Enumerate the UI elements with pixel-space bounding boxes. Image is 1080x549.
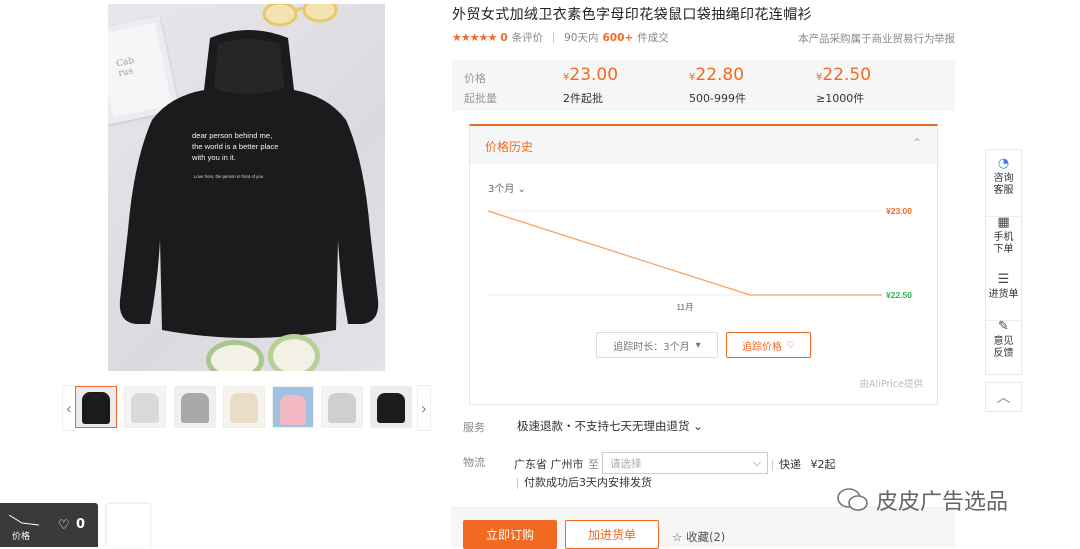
tier-qty: 500-999件 [689,92,746,105]
x-tick-label: 11月 [676,302,693,312]
watermark: 皮皮广告选品 [836,484,1008,516]
sidebar-item-label: 手机 下单 [993,232,1014,255]
rating-stars-icon: ★★★★★ [452,31,497,44]
history-header[interactable]: 价格历史 ⌃ [470,126,937,164]
min-price-label: ¥22.50 [886,290,912,300]
sidebar-item-label: 咨询 客服 [993,173,1014,196]
ship-from: 广东省 广州市 [514,458,584,471]
blank-card [106,503,151,547]
price-history-chart: ¥23.00 ¥22.50 11月 [487,206,912,312]
price-tracker-widget[interactable]: 价格 ♡ 0 [0,503,98,547]
review-count[interactable]: 0 [500,32,507,44]
history-title: 价格历史 [485,140,534,154]
service-label: 服务 [463,421,485,434]
thumbnail[interactable] [174,386,216,428]
qrcode-icon: ▦ [997,215,1010,230]
max-price-label: ¥23.00 [886,206,912,216]
track-price-label: 追踪价格 [742,341,783,353]
tier-price: ¥22.80 [689,65,745,85]
price-history-panel: 价格历史 ⌃ 3个月 ⌄ ¥23.00 ¥22.50 11月 追踪时长：3个月 … [469,124,938,405]
heart-icon: ♡ [786,339,795,351]
tier-qty: 2件起批 [563,92,603,105]
thumbnail[interactable] [321,386,363,428]
destination-select[interactable]: 请选择 ⌵ [602,452,768,474]
collapse-caret-icon[interactable]: ⌃ [912,136,922,150]
trend-line-icon [8,514,40,526]
sold-text: 90天内 [564,32,599,44]
track-duration-select[interactable]: 追踪时长：3个月 ▾ [596,332,718,358]
price-label: 价格 [464,72,486,85]
tier-price: ¥23.00 [563,65,619,85]
shoe-decor [268,334,320,371]
list-icon: ☰ [997,272,1010,287]
sidebar-item-service[interactable]: ◔ 咨询 客服 [986,156,1021,197]
product-title: 外贸女式加绒卫衣素色字母印花袋鼠口袋抽绳印花连帽衫 [452,7,812,23]
sidebar-item-label: 进货单 [988,289,1019,300]
thumbnail[interactable] [223,386,265,428]
dropdown-caret-icon: ▾ [695,339,701,351]
thumb-prev-button[interactable]: ‹ [62,385,76,431]
widget-count: 0 [76,517,86,532]
service-value[interactable]: 极速退款・不支持七天无理由退货 ⌄ [517,418,703,434]
divider [772,459,773,471]
wechat-icon [837,488,868,511]
tier-price: ¥22.50 [816,65,872,85]
shipping-info: 快递 ¥2起 [772,456,836,472]
divider [553,32,555,43]
sidebar-item-cart[interactable]: ☰ 进货单 [986,272,1021,301]
heart-icon: ♡ [58,518,70,533]
product-main-image[interactable]: Cab rus dear person behind me, the world… [108,4,385,371]
widget-label: 价格 [12,532,31,542]
sidebar-item-feedback[interactable]: ✎ 意见 反馈 [986,320,1021,360]
thumbnail[interactable] [272,386,314,428]
ship-type: 快递 [779,458,801,471]
hoodie-print-small: Love from, the person in front of you [194,174,264,179]
sidebar-item-mobile[interactable]: ▦ 手机 下单 [986,216,1021,256]
back-to-top-button[interactable]: ︿ [985,382,1022,412]
thumbnail[interactable] [370,386,412,428]
price-box: 价格 起批量 ¥23.00 2件起批 ¥22.80 500-999件 ¥22.5… [452,60,955,111]
sold-count: 600+ [602,31,634,44]
thumb-next-button[interactable]: › [417,385,431,431]
favorite-button[interactable]: ☆ 收藏(2) [672,529,725,545]
shoe-decor [206,340,264,371]
ship-to-label: 至 [588,458,599,471]
sunglasses-decor [262,4,338,27]
track-price-button[interactable]: 追踪价格 ♡ [726,332,811,358]
tier-qty: ≥1000件 [816,92,865,105]
chevron-down-icon: ⌵ [753,456,761,469]
ship-price: ¥2起 [810,458,836,471]
rating-row: ★★★★★ 0 条评价 90天内 600+ 件成交 [452,30,669,45]
edit-icon: ✎ [998,319,1009,334]
watermark-text: 皮皮广告选品 [876,490,1009,515]
buy-now-button[interactable]: 立即订购 [463,520,557,549]
price-line [487,210,882,296]
add-to-cart-button[interactable]: 加进货单 [565,520,659,549]
trade-notice: 本产品采购属于商业贸易行为 [798,33,935,45]
hoodie-print-text: dear person behind me, the world is a be… [192,131,279,162]
right-sidebar: ◔ 咨询 客服 ▦ 手机 下单 ☰ 进货单 ✎ 意见 反馈 [985,149,1022,375]
destination-placeholder: 请选择 [610,457,642,470]
sidebar-item-label: 意见 反馈 [993,336,1014,359]
thumbnail[interactable] [75,386,117,428]
aliprice-credit[interactable]: 由AliPrice提供 [860,376,923,390]
thumbnail[interactable] [124,386,166,428]
track-duration-label: 追踪时长：3个月 [613,341,690,353]
hoodie-shape [119,30,379,338]
moq-label: 起批量 [464,92,497,105]
ship-note: 付款成功后3天内安排发货 [517,474,652,490]
logistics-label: 物流 [463,456,485,469]
report-link[interactable]: 举报 [934,31,955,46]
chat-icon: ◔ [997,156,1010,171]
review-label[interactable]: 条评价 [512,30,544,45]
divider [517,477,518,489]
sold-suffix: 件成交 [637,32,669,44]
